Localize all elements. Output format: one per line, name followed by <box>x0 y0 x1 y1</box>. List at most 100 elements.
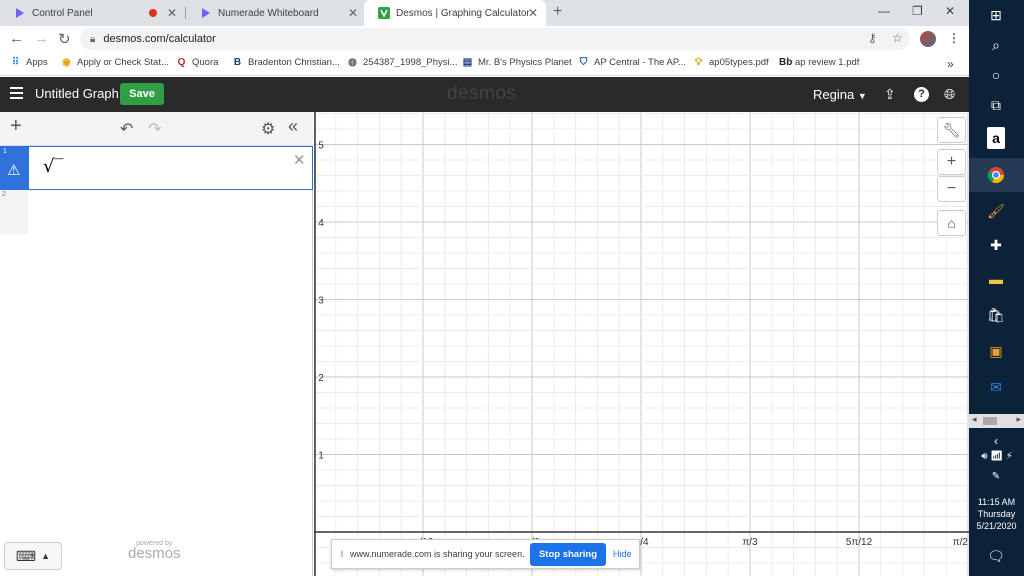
user-menu[interactable]: Regina ▼ <box>813 87 867 102</box>
tab-title: Control Panel <box>32 7 93 19</box>
warning-icon[interactable]: ⚠ <box>7 161 20 179</box>
caret-down-icon: ▼ <box>857 91 867 101</box>
screen: Control Panel ✕ Numerade Whiteboard ✕ De… <box>0 0 1024 576</box>
cortana-icon[interactable]: ○ <box>984 64 1008 86</box>
bookmark-quora[interactable]: Q Quora <box>176 57 219 68</box>
expression-row-empty[interactable]: 2 <box>0 190 28 234</box>
bookmark-label: ap05types.pdf <box>709 57 769 68</box>
mail-icon[interactable]: ✉ <box>984 376 1008 398</box>
graph-settings-wrench-icon[interactable]: 🔧︎ <box>937 117 966 143</box>
lightbulb-icon: 💡︎ <box>695 57 702 68</box>
graph-paper[interactable]: 12345π/12π/6π/4π/35π/12π/2 <box>314 112 969 576</box>
y-tick-label: 3 <box>318 296 324 307</box>
desmos-icon <box>378 7 390 19</box>
pen-icon[interactable]: ✎ <box>984 466 1008 488</box>
bookmark-label: ap review 1.pdf <box>795 57 860 68</box>
expression-status: 1 ⚠ <box>1 147 29 189</box>
undo-icon[interactable]: ↶ <box>120 119 133 139</box>
forward-icon[interactable]: → <box>34 30 49 47</box>
bookmarks-bar: ⠿ Apps ◉ Apply or Check Stat... Q Quora B Br… <box>0 52 969 76</box>
close-window-icon[interactable]: ✕ <box>945 4 955 18</box>
tab-strip: Control Panel ✕ Numerade Whiteboard ✕ De… <box>0 0 969 26</box>
reload-icon[interactable]: ↻ <box>58 30 71 48</box>
restore-icon[interactable]: ❐ <box>912 4 923 18</box>
file-explorer-icon[interactable]: ▬ <box>984 268 1008 290</box>
system-tray-icons[interactable]: 🔊︎ 📶︎ ⚡︎ <box>973 446 1021 468</box>
expression-row[interactable]: 1 ⚠ √‾ ✕ <box>0 146 313 190</box>
star-icon[interactable]: ☆ <box>892 31 903 45</box>
redo-icon[interactable]: ↷ <box>148 119 161 139</box>
zoom-in-icon[interactable]: + <box>937 149 966 175</box>
zoom-out-icon[interactable]: − <box>937 176 966 202</box>
back-icon[interactable]: ← <box>9 30 24 47</box>
bookmark-label: Apply or Check Stat... <box>77 57 169 68</box>
menu-icon[interactable]: ⋮ <box>948 31 960 45</box>
bookmark-apply[interactable]: ◉ Apply or Check Stat... <box>61 57 169 68</box>
hamburger-menu-icon[interactable] <box>10 87 23 99</box>
photos-icon[interactable]: ▣ <box>984 340 1008 362</box>
search-icon[interactable]: ⌕ <box>984 34 1008 56</box>
settings-gear-icon[interactable]: ⚙ <box>261 119 275 139</box>
scroll-right-icon[interactable]: ▸ <box>1016 414 1021 425</box>
clock-time: 11:15 AM <box>977 497 1016 507</box>
key-icon[interactable]: ⚷ <box>868 31 877 45</box>
share-icon[interactable]: ⇪ <box>884 86 896 103</box>
expression-input[interactable]: √‾ <box>43 156 63 177</box>
drag-handle-icon[interactable]: ‖ <box>340 549 344 559</box>
help-icon[interactable]: ? <box>914 87 929 102</box>
amazon-icon[interactable]: a <box>987 127 1005 149</box>
tab-title: Desmos | Graphing Calculator <box>396 7 530 19</box>
tab-control-panel[interactable]: Control Panel ✕ <box>0 0 185 26</box>
powered-by-brand: desmos <box>128 545 181 562</box>
paint-icon[interactable]: 🖌︎ <box>984 200 1008 222</box>
scroll-left-icon[interactable]: ◂ <box>972 414 977 425</box>
profile-avatar[interactable] <box>920 31 936 47</box>
keyboard-toggle-button[interactable]: ⌨ ▲ <box>4 542 62 570</box>
notifications-icon[interactable]: 🗨︎ <box>984 545 1008 567</box>
bookmark-apps[interactable]: ⠿ Apps <box>10 57 48 68</box>
bookmark-ap-review[interactable]: Bb ap review 1.pdf <box>779 57 859 68</box>
user-name: Regina <box>813 87 855 102</box>
home-zoom-icon[interactable]: ⌂ <box>937 210 966 236</box>
bookmark-physics-pdf[interactable]: ◍ 254387_1998_Physi... <box>347 57 457 68</box>
close-tab-icon[interactable]: ✕ <box>167 6 177 20</box>
share-message: www.numerade.com is sharing your screen. <box>350 549 525 559</box>
bookmark-label: AP Central - The AP... <box>594 57 686 68</box>
bookmark-ap05types[interactable]: 💡︎ ap05types.pdf <box>693 57 769 68</box>
task-view-icon[interactable]: ⧉ <box>984 94 1008 116</box>
lock-icon: 🔒︎ <box>90 33 96 45</box>
tab-numerade-whiteboard[interactable]: Numerade Whiteboard ✕ <box>186 0 366 26</box>
bookmark-physics-planet[interactable]: ▤ Mr. B's Physics Planet <box>462 57 572 68</box>
bookmark-bradenton[interactable]: B Bradenton Christian... <box>232 57 340 68</box>
save-button[interactable]: Save <box>120 83 164 105</box>
store-icon[interactable]: 🛍︎ <box>984 304 1008 326</box>
address-bar[interactable]: 🔒︎ desmos.com/calculator <box>80 28 910 50</box>
chrome-icon[interactable] <box>984 164 1008 186</box>
scroll-thumb[interactable] <box>983 417 997 425</box>
numerade-icon <box>202 8 210 18</box>
add-item-icon[interactable]: + <box>10 115 22 138</box>
sticky-app-icon[interactable]: ✚ <box>984 234 1008 256</box>
delete-expression-icon[interactable]: ✕ <box>293 151 306 169</box>
tab-desmos[interactable]: Desmos | Graphing Calculator ✕ <box>364 0 546 26</box>
close-tab-icon[interactable]: ✕ <box>528 6 538 20</box>
graph-title[interactable]: Untitled Graph <box>35 86 119 101</box>
collapse-panel-icon[interactable]: « <box>288 116 298 137</box>
bookmark-ap-central[interactable]: ⛉ AP Central - The AP... <box>578 57 686 68</box>
taskbar-clock[interactable]: 11:15 AM Thursday 5/21/2020 <box>969 496 1024 532</box>
clock-date: 5/21/2020 <box>976 521 1017 531</box>
minimize-icon[interactable]: — <box>878 4 890 18</box>
stop-sharing-button[interactable]: Stop sharing <box>530 543 606 566</box>
language-globe-icon[interactable]: 🌐︎ <box>944 86 955 103</box>
b-logo-icon: B <box>233 57 242 68</box>
taskbar-scrollbar[interactable]: ◂ ▸ <box>969 414 1024 428</box>
more-bookmarks-icon[interactable]: » <box>947 57 954 71</box>
close-tab-icon[interactable]: ✕ <box>348 6 358 20</box>
powered-by-desmos[interactable]: powered by desmos <box>128 540 181 562</box>
recording-icon <box>149 9 157 17</box>
hide-button[interactable]: Hide <box>613 549 632 559</box>
quora-icon: Q <box>177 57 186 68</box>
new-tab-icon[interactable]: + <box>553 3 562 21</box>
windows-start-icon[interactable]: ⊞ <box>984 4 1008 26</box>
keyboard-icon: ⌨ <box>15 547 37 564</box>
